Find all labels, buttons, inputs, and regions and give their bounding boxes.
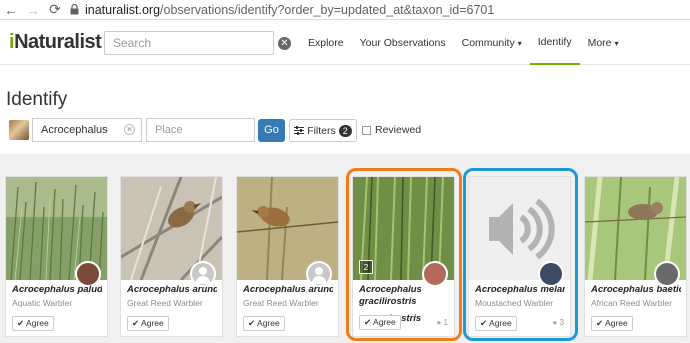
nav-more[interactable]: More ▾ (580, 21, 627, 65)
browser-toolbar: ← → ⟳ inaturalist.org/observations/ident… (0, 0, 690, 20)
observation-card[interactable]: Acrocephalus arundinaceus Great Reed War… (236, 176, 339, 337)
common-name: Aquatic Warbler (12, 298, 73, 308)
observation-card[interactable]: Acrocephalus paludicola Aquatic Warbler … (5, 176, 108, 337)
address-bar[interactable]: inaturalist.org/observations/identify?or… (70, 3, 494, 17)
common-name: African Reed Warbler (591, 298, 672, 308)
nav-identify[interactable]: Identify (529, 21, 580, 65)
taxon-name[interactable]: Acrocephalus arundinaceus (243, 284, 333, 295)
filters-label: Filters (307, 124, 336, 137)
check-icon: ✔ (132, 318, 140, 328)
nav-your-observations[interactable]: Your Observations (352, 21, 454, 65)
taxon-clear-icon[interactable]: ✕ (124, 124, 135, 135)
agree-button[interactable]: ✔ Agree (243, 316, 285, 331)
main-nav: Explore Your Observations Community ▾ Ide… (300, 21, 627, 65)
highlight-blue-outline (463, 168, 578, 341)
chevron-down-icon: ▾ (517, 38, 522, 48)
place-input[interactable]: Place (146, 118, 255, 142)
reviewed-label: Reviewed (375, 124, 422, 136)
page-title: Identify (6, 89, 68, 110)
go-button[interactable]: Go (258, 119, 285, 142)
nav-explore[interactable]: Explore (300, 21, 352, 65)
back-icon[interactable]: ← (0, 0, 22, 20)
agree-button[interactable]: ✔ Agree (591, 316, 633, 331)
filters-button[interactable]: Filters 2 (289, 119, 357, 142)
forward-icon[interactable]: → (22, 0, 44, 20)
observation-card[interactable]: Acrocephalus arundinaceus Great Reed War… (120, 176, 223, 337)
nav-community[interactable]: Community ▾ (454, 21, 530, 65)
observation-card[interactable]: Acrocephalus baeticatus African Reed War… (584, 176, 687, 337)
check-icon: ✔ (17, 318, 25, 328)
sliders-icon (294, 126, 305, 135)
url-host: inaturalist.org (85, 2, 161, 17)
reload-icon[interactable]: ⟳ (44, 0, 66, 20)
reviewed-checkbox[interactable]: Reviewed (362, 124, 421, 136)
search-clear-icon[interactable]: ✕ (278, 37, 291, 50)
filters-bar: Acrocephalus ✕ Place Go Filters 2 Review… (0, 118, 690, 144)
checkbox-box[interactable] (362, 125, 371, 135)
url-path: /observations/identify?order_by=updated_… (160, 2, 495, 17)
inaturalist-logo[interactable]: iNaturalist (9, 31, 102, 54)
check-icon: ✔ (248, 318, 256, 328)
agree-button[interactable]: ✔ Agree (127, 316, 169, 331)
site-header: iNaturalist Search ✕ Explore Your Observ… (0, 21, 690, 65)
chevron-down-icon: ▾ (614, 38, 619, 48)
taxon-name[interactable]: Acrocephalus paludicola (12, 284, 102, 295)
taxon-thumbnail (9, 120, 29, 140)
check-icon: ✔ (596, 318, 604, 328)
filters-count-badge: 2 (338, 124, 352, 137)
highlight-orange-outline (346, 168, 462, 341)
common-name: Great Reed Warbler (127, 298, 203, 308)
taxon-name[interactable]: Acrocephalus arundinaceus (127, 284, 217, 295)
search-input[interactable]: Search (104, 31, 274, 55)
lock-icon (70, 4, 79, 15)
taxon-name[interactable]: Acrocephalus baeticatus (591, 284, 681, 295)
common-name: Great Reed Warbler (243, 298, 319, 308)
agree-button[interactable]: ✔ Agree (12, 316, 54, 331)
